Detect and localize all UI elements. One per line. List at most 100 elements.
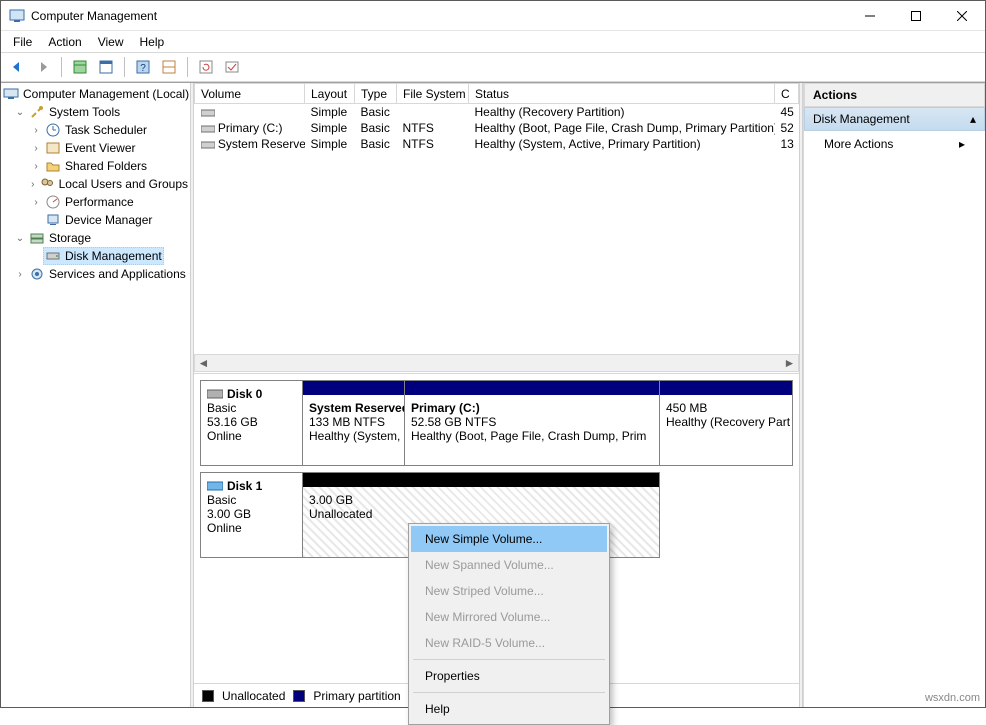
tree-label: Services and Applications [49, 267, 186, 281]
chevron-down-icon[interactable]: ⌄ [13, 233, 27, 244]
back-button[interactable] [5, 55, 29, 79]
minimize-button[interactable] [847, 1, 893, 31]
partition-recovery[interactable]: 450 MB Healthy (Recovery Part [660, 381, 792, 465]
actions-panel: Actions Disk Management ▴ More Actions ▸ [803, 83, 985, 707]
menu-action[interactable]: Action [40, 33, 89, 51]
actions-section[interactable]: Disk Management ▴ [804, 107, 985, 131]
col-status[interactable]: Status [469, 84, 775, 104]
partition-size: 133 MB NTFS [309, 415, 398, 429]
disk-header-0[interactable]: Disk 0 Basic 53.16 GB Online [201, 381, 303, 465]
disk-type: Basic [207, 493, 296, 507]
table-row[interactable]: System Reserved Simple Basic NTFS Health… [195, 136, 799, 152]
partition-system-reserved[interactable]: System Reserved 133 MB NTFS Healthy (Sys… [303, 381, 405, 465]
disk-icon [207, 389, 223, 399]
tree-task-scheduler[interactable]: › Task Scheduler [1, 121, 190, 139]
more-actions-label: More Actions [824, 137, 893, 151]
tree-label: Event Viewer [65, 141, 135, 155]
menu-separator [413, 692, 605, 693]
tree-root[interactable]: Computer Management (Local) [1, 85, 190, 103]
legend-label-primary: Primary partition [313, 689, 400, 703]
tree-label: Disk Management [65, 249, 162, 263]
cell: Healthy (Boot, Page File, Crash Dump, Pr… [469, 120, 775, 136]
table-row[interactable]: Simple Basic Healthy (Recovery Partition… [195, 104, 799, 121]
properties-button[interactable] [94, 55, 118, 79]
col-filesystem[interactable]: File System [397, 84, 469, 104]
tree-storage[interactable]: ⌄ Storage [1, 229, 190, 247]
actions-header: Actions [804, 83, 985, 107]
menu-view[interactable]: View [90, 33, 132, 51]
cell: System Reserved [218, 137, 305, 151]
tree-device-manager[interactable]: Device Manager [1, 211, 190, 229]
volume-icon [201, 140, 215, 150]
scroll-left-icon[interactable]: ◄ [195, 355, 212, 371]
volume-list: Volume Layout Type File System Status C … [194, 83, 799, 373]
disk-header-1[interactable]: Disk 1 Basic 3.00 GB Online [201, 473, 303, 557]
menu-properties[interactable]: Properties [411, 663, 607, 689]
more-actions-link[interactable]: More Actions ▸ [804, 131, 985, 157]
col-type[interactable]: Type [355, 84, 397, 104]
disk-state: Online [207, 429, 296, 443]
col-layout[interactable]: Layout [305, 84, 355, 104]
horizontal-scrollbar[interactable]: ◄ ► [194, 354, 799, 372]
partition-size: 52.58 GB NTFS [411, 415, 653, 429]
legend-label-unallocated: Unallocated [222, 689, 285, 703]
tree-shared-folders[interactable]: › Shared Folders [1, 157, 190, 175]
volume-table: Volume Layout Type File System Status C … [194, 83, 799, 152]
menu-new-simple-volume[interactable]: New Simple Volume... [411, 526, 607, 552]
close-button[interactable] [939, 1, 985, 31]
disk-size: 53.16 GB [207, 415, 296, 429]
toolbar-button-5[interactable] [157, 55, 181, 79]
chevron-right-icon[interactable]: › [29, 161, 43, 172]
disk-type: Basic [207, 401, 296, 415]
show-hide-tree-button[interactable] [68, 55, 92, 79]
disk-name: Disk 0 [227, 387, 262, 401]
toolbar-divider-3 [187, 57, 188, 77]
maximize-button[interactable] [893, 1, 939, 31]
help-button[interactable]: ? [131, 55, 155, 79]
volume-icon [201, 108, 215, 118]
tree-label: Storage [49, 231, 91, 245]
chevron-down-icon[interactable]: ⌄ [13, 107, 27, 118]
chevron-right-icon[interactable]: › [29, 125, 43, 136]
chevron-right-icon[interactable]: › [29, 197, 43, 208]
tree-system-tools[interactable]: ⌄ System Tools [1, 103, 190, 121]
cell: Simple [305, 120, 355, 136]
tree-label: Device Manager [65, 213, 152, 227]
partition-primary-c[interactable]: Primary (C:) 52.58 GB NTFS Healthy (Boot… [405, 381, 660, 465]
collapse-icon: ▴ [970, 112, 976, 126]
table-row[interactable]: Primary (C:) Simple Basic NTFS Healthy (… [195, 120, 799, 136]
cell: NTFS [397, 136, 469, 152]
scroll-right-icon[interactable]: ► [781, 355, 798, 371]
menu-help[interactable]: Help [132, 33, 173, 51]
tree-performance[interactable]: › Performance [1, 193, 190, 211]
titlebar[interactable]: Computer Management [1, 1, 985, 31]
disk-state: Online [207, 521, 296, 535]
cell: 45 [775, 104, 799, 121]
forward-button[interactable] [31, 55, 55, 79]
col-c[interactable]: C [775, 84, 799, 104]
cell: Healthy (System, Active, Primary Partiti… [469, 136, 775, 152]
partition-bar [303, 473, 659, 487]
refresh-button[interactable] [194, 55, 218, 79]
partition-size: 450 MB [666, 401, 786, 415]
tree-local-users[interactable]: › Local Users and Groups [1, 175, 190, 193]
actions-section-label: Disk Management [813, 112, 910, 126]
tree-services-apps[interactable]: › Services and Applications [1, 265, 190, 283]
cell: Healthy (Recovery Partition) [469, 104, 775, 121]
tree-disk-management[interactable]: Disk Management [1, 247, 190, 265]
cell: Primary (C:) [218, 121, 283, 135]
tree-panel: Computer Management (Local) ⌄ System Too… [1, 83, 190, 707]
menu-file[interactable]: File [5, 33, 40, 51]
tree-event-viewer[interactable]: › Event Viewer [1, 139, 190, 157]
chevron-right-icon[interactable]: › [29, 143, 43, 154]
disk-icon [207, 481, 223, 491]
tree-root-label: Computer Management (Local) [23, 87, 189, 101]
chevron-right-icon: ▸ [959, 137, 965, 151]
col-volume[interactable]: Volume [195, 84, 305, 104]
services-icon [29, 266, 45, 282]
chevron-right-icon[interactable]: › [29, 179, 37, 190]
chevron-right-icon[interactable]: › [13, 269, 27, 280]
toolbar-button-7[interactable] [220, 55, 244, 79]
menu-help[interactable]: Help [411, 696, 607, 722]
performance-icon [45, 194, 61, 210]
